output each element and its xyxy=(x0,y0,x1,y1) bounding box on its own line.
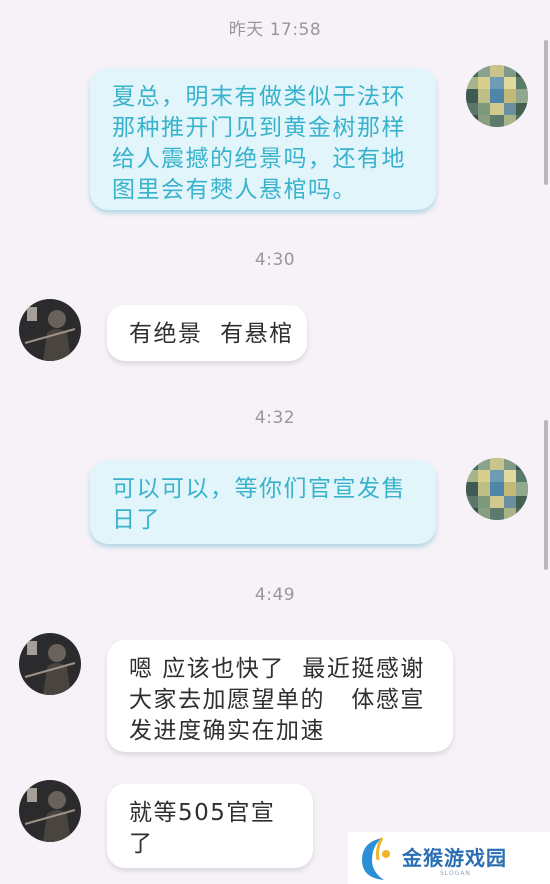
contact-message-bubble[interactable]: 有绝景 有悬棺 xyxy=(107,305,307,361)
contact-avatar[interactable] xyxy=(19,299,81,361)
contact-avatar[interactable] xyxy=(19,633,81,695)
contact-message-bubble[interactable]: 就等505官宣了 xyxy=(107,784,313,868)
my-message-bubble[interactable]: 夏总，明末有做类似于法环那种推开门见到黄金树那样给人震撼的绝景吗，还有地图里会有… xyxy=(90,68,436,210)
my-avatar[interactable] xyxy=(466,65,528,127)
pixelated-avatar-icon xyxy=(466,65,528,127)
timestamp: 4:30 xyxy=(254,250,296,270)
timestamp: 4:49 xyxy=(254,585,296,605)
scrollbar-thumb[interactable] xyxy=(544,40,548,185)
pixelated-avatar-icon xyxy=(466,458,528,520)
my-avatar[interactable] xyxy=(466,458,528,520)
contact-message-bubble[interactable]: 嗯 应该也快了 最近挺感谢大家去加愿望单的 体感宣发进度确实在加速 xyxy=(107,640,453,752)
watermark-text: 金猴游戏园 xyxy=(402,846,507,870)
scrollbar-thumb-secondary[interactable] xyxy=(544,420,548,570)
watermark: 金猴游戏园 SLOGAN xyxy=(348,832,550,884)
warrior-avatar-icon xyxy=(19,633,81,695)
watermark-subtext: SLOGAN xyxy=(440,870,471,877)
warrior-avatar-icon xyxy=(19,780,81,842)
timestamp: 4:32 xyxy=(254,408,296,428)
warrior-avatar-icon xyxy=(19,299,81,361)
monkey-logo-icon xyxy=(362,837,390,880)
chat-screen: 昨天 17:58 夏总，明末有做类似于法环那种推开门见到黄金树那样给人震撼的绝景… xyxy=(0,0,550,884)
timestamp: 昨天 17:58 xyxy=(228,20,322,40)
contact-avatar[interactable] xyxy=(19,780,81,842)
my-message-bubble[interactable]: 可以可以，等你们官宣发售日了 xyxy=(90,460,436,544)
